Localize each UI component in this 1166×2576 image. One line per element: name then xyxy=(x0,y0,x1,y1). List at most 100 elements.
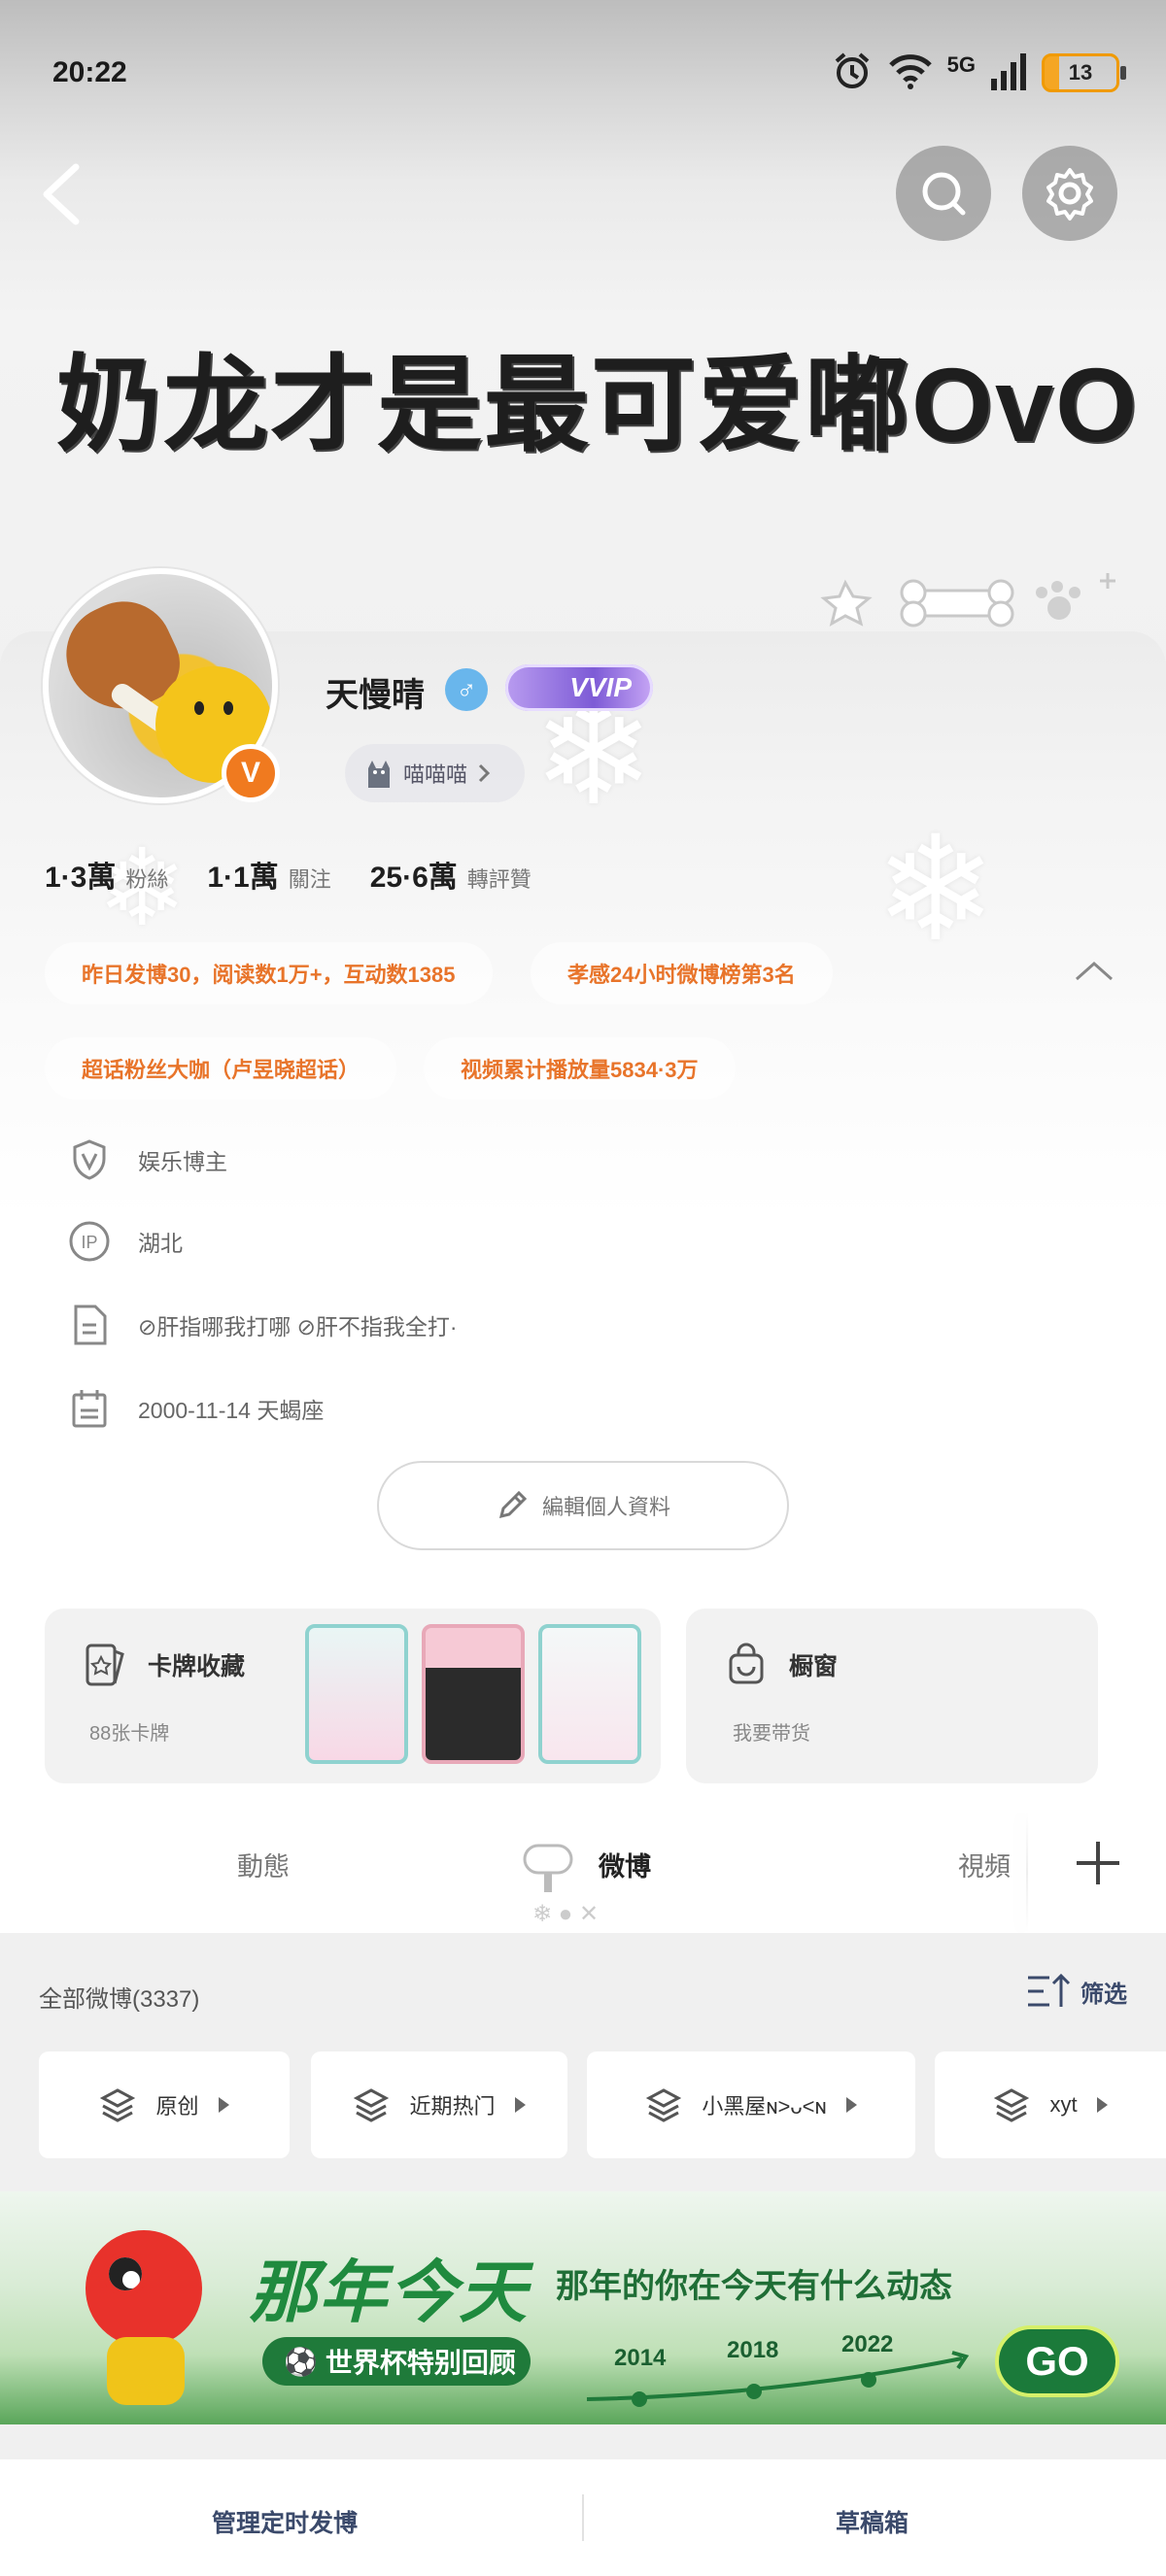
stat-label: 關注 xyxy=(288,867,331,892)
shop-window-panel[interactable]: 橱窗 我要带货 xyxy=(686,1609,1098,1783)
chip-label: 近期热门 xyxy=(409,2094,496,2118)
promo-badge: ⚽ 世界杯特别回顾 xyxy=(262,2337,531,2386)
edit-profile-label: 編輯個人資料 xyxy=(541,1495,670,1519)
collapse-button[interactable] xyxy=(1073,960,1115,983)
honor-badge[interactable]: 超话粉丝大咖（卢昱晓超话） xyxy=(45,1037,397,1100)
filter-sort-icon xyxy=(1028,1973,1071,2007)
stat-number: 1·3萬 xyxy=(45,862,117,894)
feed-filter-chip[interactable]: xyt xyxy=(935,2051,1166,2158)
tab-divider xyxy=(1026,1813,1028,1933)
document-icon xyxy=(68,1304,111,1346)
stat-number: 25·6萬 xyxy=(369,862,458,894)
chevron-up-icon xyxy=(1076,961,1113,981)
calendar-icon xyxy=(68,1387,111,1430)
pencil-icon xyxy=(498,1490,528,1519)
bottom-bar: 管理定时发博 草稿箱 xyxy=(0,2459,1166,2576)
ip-icon-text: IP xyxy=(81,1233,97,1252)
feed-filter-chip[interactable]: 近期热门 xyxy=(311,2051,567,2158)
triangle-right-icon xyxy=(514,2097,526,2113)
drafts-button[interactable]: 草稿箱 xyxy=(836,2504,909,2539)
tab-moments[interactable]: 動態 xyxy=(237,1846,290,1883)
promo-title: 那年今天 xyxy=(249,2254,529,2330)
info-ip: 湖北 xyxy=(138,1231,183,1256)
shop-window-title: 橱窗 xyxy=(789,1653,839,1680)
stat-followers[interactable]: 1·3萬 粉絲 xyxy=(45,853,168,896)
timeline-dot xyxy=(746,2384,762,2399)
honor-badge[interactable]: 孝感24小时微博榜第3名 xyxy=(531,942,833,1004)
promo-banner[interactable]: 那年今天 那年的你在今天有什么动态 ⚽ 世界杯特别回顾 2014 2018 20… xyxy=(0,2191,1166,2424)
promo-year: 2018 xyxy=(727,2337,779,2363)
feed-filter-chip[interactable]: 小黑屋ɴ>ᴗ<ɴ xyxy=(587,2051,915,2158)
profile-tabs: 動態 微博 ❄ ● ✕ 視頻 xyxy=(0,1813,1166,1933)
stat-number: 1·1萬 xyxy=(207,862,279,894)
battery-icon: 13 xyxy=(1042,53,1126,92)
layers-icon xyxy=(100,2088,136,2122)
soccer-ball-icon: ⚽ xyxy=(284,2346,318,2377)
battery-level: 13 xyxy=(1068,60,1093,85)
stat-interactions[interactable]: 25·6萬 轉評贊 xyxy=(370,853,532,896)
shield-v-icon xyxy=(68,1138,111,1181)
stat-label: 轉評贊 xyxy=(466,867,532,892)
status-bar: 20:22 5G 13 xyxy=(0,0,1166,146)
back-button[interactable] xyxy=(37,155,91,233)
profile-tag-chip[interactable]: 喵喵喵 xyxy=(345,744,525,802)
info-birthday: 2000-11-14 天蝎座 xyxy=(138,1398,325,1423)
stat-following[interactable]: 1·1萬 關注 xyxy=(207,853,330,896)
info-bio: ⊘肝指哪我打哪 ⊘肝不指我全打· xyxy=(138,1314,458,1339)
chip-label: xyt xyxy=(1049,2092,1078,2117)
verified-badge: V xyxy=(222,744,280,802)
filter-button[interactable]: 筛选 xyxy=(1026,1972,1127,2011)
stat-label: 粉絲 xyxy=(125,867,169,892)
feed-filter-chip[interactable]: 原创 xyxy=(39,2051,290,2158)
chevron-left-icon xyxy=(43,163,80,225)
plus-icon xyxy=(1077,1842,1119,1884)
chip-label: 小黑屋ɴ>ᴗ<ɴ xyxy=(702,2094,827,2118)
promo-badge-label: 世界杯特别回顾 xyxy=(325,2348,516,2378)
settings-button[interactable] xyxy=(1022,146,1117,241)
status-time: 20:22 xyxy=(52,56,127,88)
promo-year: 2014 xyxy=(614,2345,667,2371)
bottom-divider xyxy=(582,2494,584,2541)
timeline-dot xyxy=(632,2391,647,2407)
signal-icon xyxy=(989,51,1028,95)
triangle-right-icon xyxy=(218,2097,229,2113)
triangle-right-icon xyxy=(1096,2097,1108,2113)
edit-profile-button[interactable]: 編輯個人資料 xyxy=(377,1461,789,1550)
profile-stats: 1·3萬 粉絲 1·1萬 關注 25·6萬 轉評贊 xyxy=(45,853,570,896)
card-collection-title: 卡牌收藏 xyxy=(148,1653,246,1680)
honor-badge[interactable]: 昨日发博30，阅读数1万+，互动数1385 xyxy=(45,942,493,1004)
mailbox-icon xyxy=(517,1832,579,1899)
manage-scheduled-button[interactable]: 管理定时发博 xyxy=(212,2504,358,2539)
alarm-icon xyxy=(831,50,874,97)
collection-card-thumb[interactable] xyxy=(538,1624,641,1764)
info-row-category: 娱乐博主 xyxy=(68,1138,227,1181)
add-tab-button[interactable] xyxy=(1067,1832,1129,1894)
promo-year: 2022 xyxy=(841,2331,894,2357)
promo-go-button[interactable]: GO xyxy=(995,2325,1119,2397)
triangle-right-icon xyxy=(845,2097,857,2113)
layers-icon xyxy=(646,2088,682,2122)
network-label: 5G xyxy=(946,52,976,77)
info-row-bio: ⊘肝指哪我打哪 ⊘肝不指我全打· xyxy=(68,1304,458,1346)
mascot-body xyxy=(107,2337,185,2405)
card-collection-count: 88张卡牌 xyxy=(89,1723,170,1745)
tab-videos[interactable]: 視頻 xyxy=(958,1846,1011,1883)
snowflake-icon: ❄ xyxy=(874,807,997,970)
layers-icon xyxy=(354,2088,390,2122)
info-category: 娱乐博主 xyxy=(138,1149,227,1174)
gender-male-icon: ♂ xyxy=(445,668,488,711)
search-button[interactable] xyxy=(896,146,991,241)
collection-card-thumb[interactable] xyxy=(305,1624,408,1764)
info-row-ip: IP 湖北 xyxy=(68,1220,183,1263)
status-icons: 5G 13 xyxy=(831,49,1126,97)
vvip-badge[interactable]: VVIP xyxy=(505,664,653,711)
promo-subtitle: 那年的你在今天有什么动态 xyxy=(556,2268,952,2305)
chip-label: 原创 xyxy=(155,2094,199,2118)
filter-label: 筛选 xyxy=(1080,1981,1127,2008)
honor-badge[interactable]: 视频累计播放量5834·3万 xyxy=(424,1037,736,1100)
collection-card-thumb[interactable] xyxy=(422,1624,525,1764)
tab-weibo[interactable]: 微博 xyxy=(599,1846,651,1883)
tab-indicator-decoration: ❄ ● ✕ xyxy=(532,1901,600,1927)
username: 天慢晴 xyxy=(326,677,425,714)
layers-icon xyxy=(994,2088,1030,2122)
